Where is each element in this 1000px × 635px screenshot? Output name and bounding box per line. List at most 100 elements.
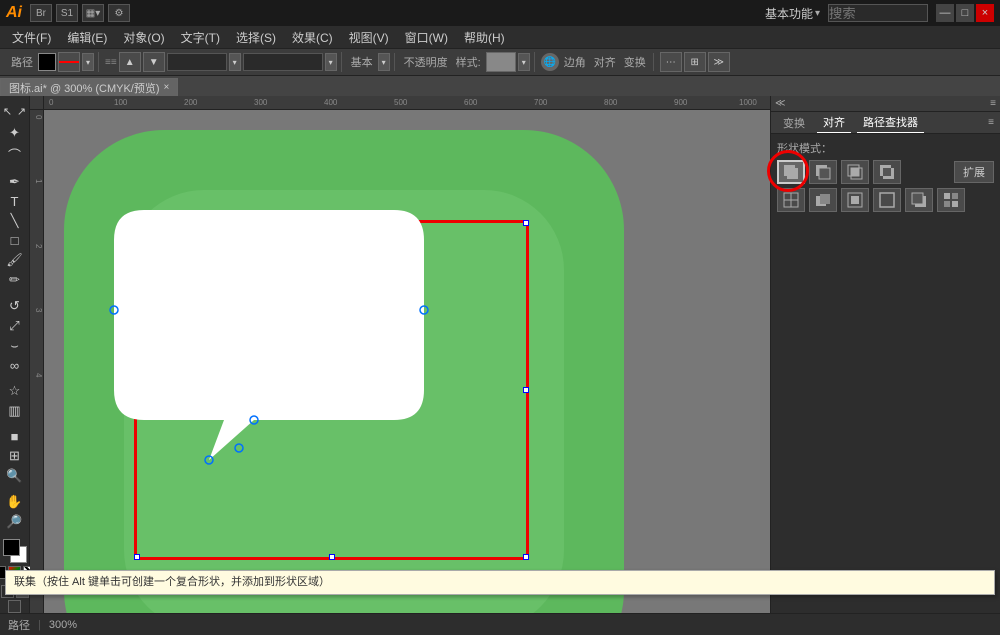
stroke-dots: ≡≡ bbox=[105, 57, 117, 68]
canvas-area: 0 100 200 300 400 500 600 700 800 900 10… bbox=[30, 96, 770, 613]
stroke-value-arrow[interactable]: ▾ bbox=[325, 53, 337, 71]
shape-modes-title: 形状模式： bbox=[777, 140, 994, 156]
warp-tool[interactable]: ⌣ bbox=[2, 337, 28, 355]
panel-content: 形状模式： bbox=[771, 134, 1000, 222]
minus-front-button[interactable] bbox=[809, 160, 837, 184]
doc-tab[interactable]: 图标.ai* @ 300% (CMYK/预览) × bbox=[0, 78, 178, 96]
panel-btn[interactable]: ⊞ bbox=[684, 52, 706, 72]
tab-align[interactable]: 对齐 bbox=[817, 112, 851, 133]
doc-tab-name: 图标.ai* @ 300% (CMYK/预览) bbox=[9, 80, 160, 96]
stroke-type-btn[interactable] bbox=[58, 52, 80, 72]
stroke-arrow-down[interactable]: ▼ bbox=[143, 52, 165, 72]
divide-button[interactable] bbox=[937, 188, 965, 212]
panel-collapse-icon[interactable]: ≪ bbox=[775, 98, 785, 109]
mesh-tool[interactable]: ⊞ bbox=[2, 447, 28, 465]
screen-mode-btn[interactable] bbox=[8, 600, 21, 613]
tab-transform[interactable]: 变换 bbox=[777, 113, 811, 133]
menu-edit[interactable]: 编辑(E) bbox=[59, 27, 115, 48]
globe-icon-btn[interactable]: 🌐 bbox=[541, 53, 559, 71]
tools-dropdown[interactable]: ▦▾ bbox=[82, 4, 104, 22]
stroke-style-arrow[interactable]: ▾ bbox=[378, 53, 390, 71]
stroke-input[interactable] bbox=[167, 53, 227, 71]
gradient-tool[interactable]: ■ bbox=[2, 428, 28, 445]
style-arrow[interactable]: ▾ bbox=[518, 53, 530, 71]
exclude-button[interactable] bbox=[873, 160, 901, 184]
symbol-tool[interactable]: ☆ bbox=[2, 382, 28, 400]
bridge-icon[interactable]: Br bbox=[30, 4, 52, 22]
path-arrow[interactable]: ▾ bbox=[82, 53, 94, 71]
path-label: 路径 bbox=[8, 54, 36, 70]
direct-select-tool[interactable]: ↗ bbox=[15, 100, 28, 122]
search-input[interactable] bbox=[828, 4, 928, 22]
workspace-arrow[interactable]: ▾ bbox=[815, 8, 820, 19]
settings-end-btn[interactable]: ≫ bbox=[708, 52, 730, 72]
pen-tool[interactable]: ✒ bbox=[2, 173, 28, 191]
brush-tool[interactable]: 🖌 bbox=[2, 251, 28, 269]
magic-wand-tool[interactable]: ✦ bbox=[2, 124, 28, 142]
menu-select[interactable]: 选择(S) bbox=[228, 27, 284, 48]
panel-top-controls: ≪ ≡ bbox=[771, 96, 1000, 112]
intersect-button[interactable] bbox=[841, 160, 869, 184]
maximize-button[interactable]: □ bbox=[956, 4, 974, 22]
sel-handle-bm bbox=[329, 554, 335, 560]
expand-button[interactable]: 扩展 bbox=[954, 161, 994, 183]
style-label: 样式: bbox=[453, 54, 484, 70]
scale-tool[interactable]: ⤢ bbox=[2, 317, 28, 335]
panel-menu-icon[interactable]: ≡ bbox=[990, 98, 996, 109]
select-tool[interactable]: ↖ bbox=[1, 100, 14, 122]
stroke-value-input[interactable] bbox=[243, 53, 323, 71]
status-bar: 路径 | 300% bbox=[0, 613, 1000, 635]
rotate-tool[interactable]: ↺ bbox=[2, 297, 28, 315]
merge-button[interactable] bbox=[809, 188, 837, 212]
sel-handle-mr bbox=[523, 387, 529, 393]
minimize-button[interactable]: — bbox=[936, 4, 954, 22]
crop-button[interactable] bbox=[841, 188, 869, 212]
pathfinder-section bbox=[777, 188, 994, 212]
blend-tool[interactable]: ∞ bbox=[2, 357, 28, 374]
column-tool[interactable]: ▥ bbox=[2, 402, 28, 420]
panel-options-icon[interactable]: ≡ bbox=[988, 117, 994, 128]
stock-icon[interactable]: S1 bbox=[56, 4, 78, 22]
minus-back-button[interactable] bbox=[905, 188, 933, 212]
sel-handle-br bbox=[523, 554, 529, 560]
type-tool[interactable]: T bbox=[2, 193, 28, 210]
horizontal-ruler: 0 100 200 300 400 500 600 700 800 900 10… bbox=[44, 96, 770, 110]
hand-tool[interactable]: ✋ bbox=[2, 493, 28, 511]
zoom-tool[interactable]: 🔎 bbox=[2, 513, 28, 531]
stroke-dropdown-arrow[interactable]: ▾ bbox=[229, 53, 241, 71]
menu-text[interactable]: 文字(T) bbox=[173, 27, 228, 48]
extras-icon[interactable]: ⚙ bbox=[108, 4, 130, 22]
eyedropper-tool[interactable]: 🔍 bbox=[2, 467, 28, 485]
align-label: 对齐 bbox=[591, 54, 619, 70]
more-btn[interactable]: ⋯ bbox=[660, 52, 682, 72]
foreground-swatch[interactable] bbox=[3, 539, 20, 556]
title-icons: Br S1 ▦▾ ⚙ bbox=[30, 4, 130, 22]
opacity-label: 不透明度 bbox=[401, 54, 451, 70]
menu-file[interactable]: 文件(F) bbox=[4, 27, 59, 48]
line-tool[interactable]: ╲ bbox=[2, 212, 28, 230]
fg-bg-swatches[interactable] bbox=[3, 539, 27, 563]
rect-tool[interactable]: □ bbox=[2, 232, 28, 249]
doc-tab-close[interactable]: × bbox=[164, 82, 170, 93]
lasso-tool[interactable]: ⌒ bbox=[2, 144, 28, 165]
right-panel: ≪ ≡ 变换 对齐 路径查找器 ≡ 形状模式： bbox=[770, 96, 1000, 613]
menu-window[interactable]: 窗口(W) bbox=[397, 27, 456, 48]
path-section: 路径 ▾ bbox=[4, 52, 99, 72]
menu-view[interactable]: 视图(V) bbox=[341, 27, 397, 48]
path-color-swatch[interactable] bbox=[38, 53, 56, 71]
tab-pathfinder[interactable]: 路径查找器 bbox=[857, 112, 924, 133]
menu-effect[interactable]: 效果(C) bbox=[284, 27, 341, 48]
tooltip-text: 联集（按住 Alt 键单击可创建一个复合形状，并添加到形状区域） bbox=[14, 576, 330, 588]
close-button[interactable]: × bbox=[976, 4, 994, 22]
trim-button[interactable] bbox=[777, 188, 805, 212]
menu-help[interactable]: 帮助(H) bbox=[456, 27, 513, 48]
menu-object[interactable]: 对象(O) bbox=[115, 27, 172, 48]
style-btn[interactable] bbox=[486, 52, 516, 72]
outline-button[interactable] bbox=[873, 188, 901, 212]
pencil-tool[interactable]: ✏ bbox=[2, 271, 28, 289]
vertical-ruler: 0 1 2 3 4 bbox=[30, 110, 44, 613]
unite-button[interactable] bbox=[777, 160, 805, 184]
stroke-arrow-up[interactable]: ▲ bbox=[119, 52, 141, 72]
app-logo: Ai bbox=[6, 4, 22, 22]
sel-handle-tr bbox=[523, 220, 529, 226]
